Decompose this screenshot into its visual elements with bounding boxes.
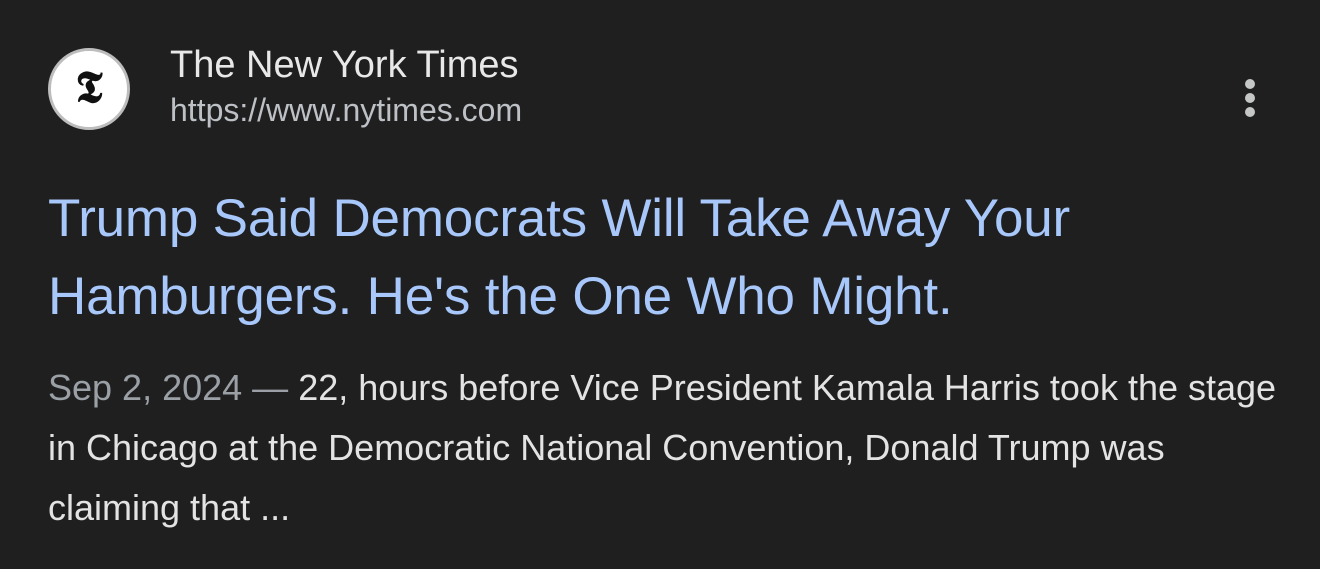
result-date: Sep 2, 2024 [48, 367, 243, 408]
result-headline-link[interactable]: Trump Said Democrats Will Take Away Your… [48, 180, 1278, 336]
nyt-logo-icon: 𝕿 [48, 48, 130, 130]
more-vert-icon [1245, 79, 1255, 117]
more-options-button[interactable] [1226, 74, 1274, 122]
result-snippet: Sep 2, 2024 — 22, hours before Vice Pres… [48, 358, 1278, 538]
favicon-glyph: 𝕿 [75, 62, 103, 113]
source-name: The New York Times [170, 44, 519, 86]
date-separator: — [242, 367, 299, 408]
source-text: The New York Times https://www.nytimes.c… [170, 44, 523, 130]
search-result-card: 𝕿 The New York Times https://www.nytimes… [0, 0, 1320, 569]
source-url: https://www.nytimes.com [170, 92, 523, 128]
result-source[interactable]: 𝕿 The New York Times https://www.nytimes… [48, 44, 523, 130]
